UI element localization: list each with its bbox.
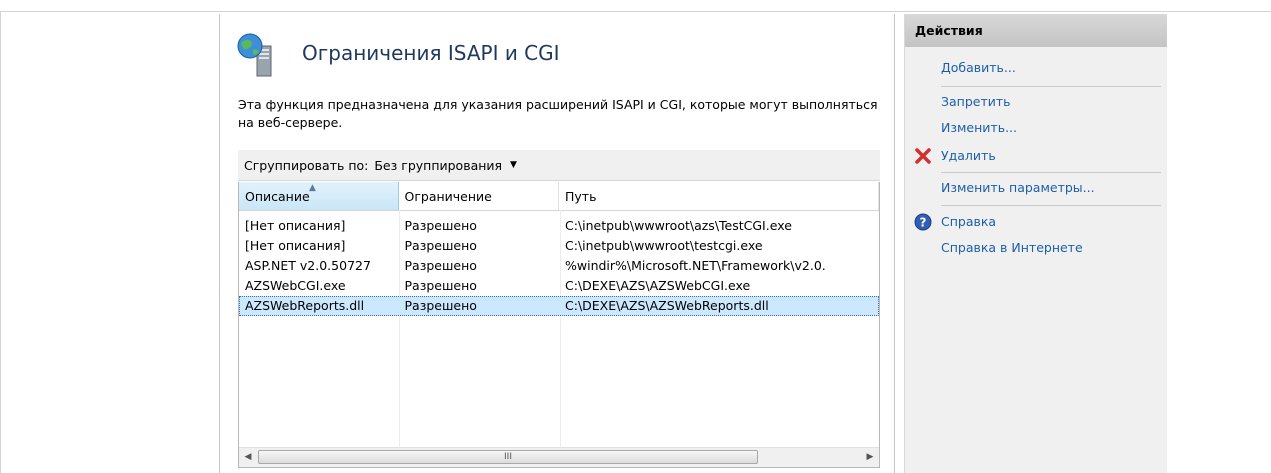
row-restriction: Разрешено [404, 298, 477, 313]
dropdown-arrow-icon: ▼ [510, 160, 517, 170]
edit-action[interactable]: Изменить... [941, 120, 1017, 135]
separator [941, 172, 1161, 173]
row-description: [Нет описания] [245, 238, 346, 253]
online-help-action[interactable]: Справка в Интернете [941, 240, 1083, 255]
group-by-select[interactable]: Без группирования ▼ [374, 158, 517, 173]
column-label: Описание [245, 189, 310, 204]
svg-text:?: ? [920, 216, 927, 230]
row-restriction: Разрешено [404, 238, 477, 253]
group-by-bar: Сгруппировать по: Без группирования ▼ [238, 150, 880, 181]
column-label: Ограничение [404, 189, 492, 204]
list-rows: [Нет описания] Разрешено C:\inetpub\wwwroo… [239, 216, 879, 316]
sort-ascending-icon: ▲ [309, 183, 316, 193]
list-header: ▲ Описание Ограничение Путь [239, 182, 879, 211]
row-restriction: Разрешено [404, 278, 477, 293]
column-header-restriction[interactable]: Ограничение [399, 182, 559, 210]
scroll-right-icon[interactable]: ▶ [861, 448, 879, 467]
horizontal-scrollbar[interactable]: ◀ III ▶ [239, 447, 879, 467]
row-restriction: Разрешено [404, 258, 477, 273]
deny-action[interactable]: Запретить [941, 94, 1011, 109]
row-restriction: Разрешено [404, 218, 477, 233]
row-path: C:\inetpub\wwwroot\testcgi.exe [565, 238, 763, 253]
globe-server-icon [237, 33, 272, 77]
row-path: C:\DEXE\AZS\AZSWebCGI.exe [565, 278, 751, 293]
row-path: %windir%\Microsoft.NET\Framework\v2.0. [565, 258, 826, 273]
help-icon: ? [914, 213, 932, 231]
row-description: [Нет описания] [245, 218, 346, 233]
help-action[interactable]: Справка [941, 214, 996, 229]
add-action[interactable]: Добавить... [941, 60, 1016, 75]
edit-settings-action[interactable]: Изменить параметры... [941, 180, 1095, 195]
actions-pane: Действия Добавить... Запретить Изменить.… [904, 14, 1167, 473]
delete-action[interactable]: Удалить [941, 148, 996, 163]
column-header-description[interactable]: ▲ Описание [239, 182, 399, 210]
feature-description: Эта функция предназначена для указания р… [238, 97, 878, 130]
column-label: Путь [565, 189, 597, 204]
table-row[interactable]: ASP.NET v2.0.50727 Разрешено %windir%\Micr… [239, 256, 879, 276]
feature-page: Ограничения ISAPI и CGI Эта функция пред… [219, 14, 895, 473]
separator [941, 86, 1161, 87]
table-row[interactable]: [Нет описания] Разрешено C:\inetpub\wwwroo… [239, 236, 879, 256]
scroll-left-icon[interactable]: ◀ [239, 448, 257, 467]
table-row[interactable]: AZSWebReports.dll Разрешено C:\DEXE\AZS\AZ… [239, 296, 879, 316]
scroll-grip: III [504, 452, 512, 462]
delete-icon [915, 148, 931, 164]
table-row[interactable]: AZSWebCGI.exe Разрешено C:\DEXE\AZS\AZSWeb… [239, 276, 879, 296]
row-path: C:\DEXE\AZS\AZSWebReports.dll [565, 298, 769, 313]
row-description: AZSWebReports.dll [245, 298, 365, 313]
row-path: C:\inetpub\wwwroot\azs\TestCGI.exe [565, 218, 792, 233]
scroll-thumb[interactable]: III [258, 450, 758, 464]
column-header-path[interactable]: Путь [559, 182, 879, 210]
table-row[interactable]: [Нет описания] Разрешено C:\inetpub\wwwroo… [239, 216, 879, 236]
row-description: AZSWebCGI.exe [245, 278, 346, 293]
group-by-label: Сгруппировать по: [244, 157, 369, 173]
group-by-value: Без группирования [374, 157, 503, 173]
restrictions-list[interactable]: ▲ Описание Ограничение Путь [Нет описани… [238, 182, 880, 468]
separator [941, 205, 1161, 206]
row-description: ASP.NET v2.0.50727 [245, 258, 371, 273]
actions-header: Действия [905, 14, 1167, 47]
page-title: Ограничения ISAPI и CGI [302, 41, 560, 65]
